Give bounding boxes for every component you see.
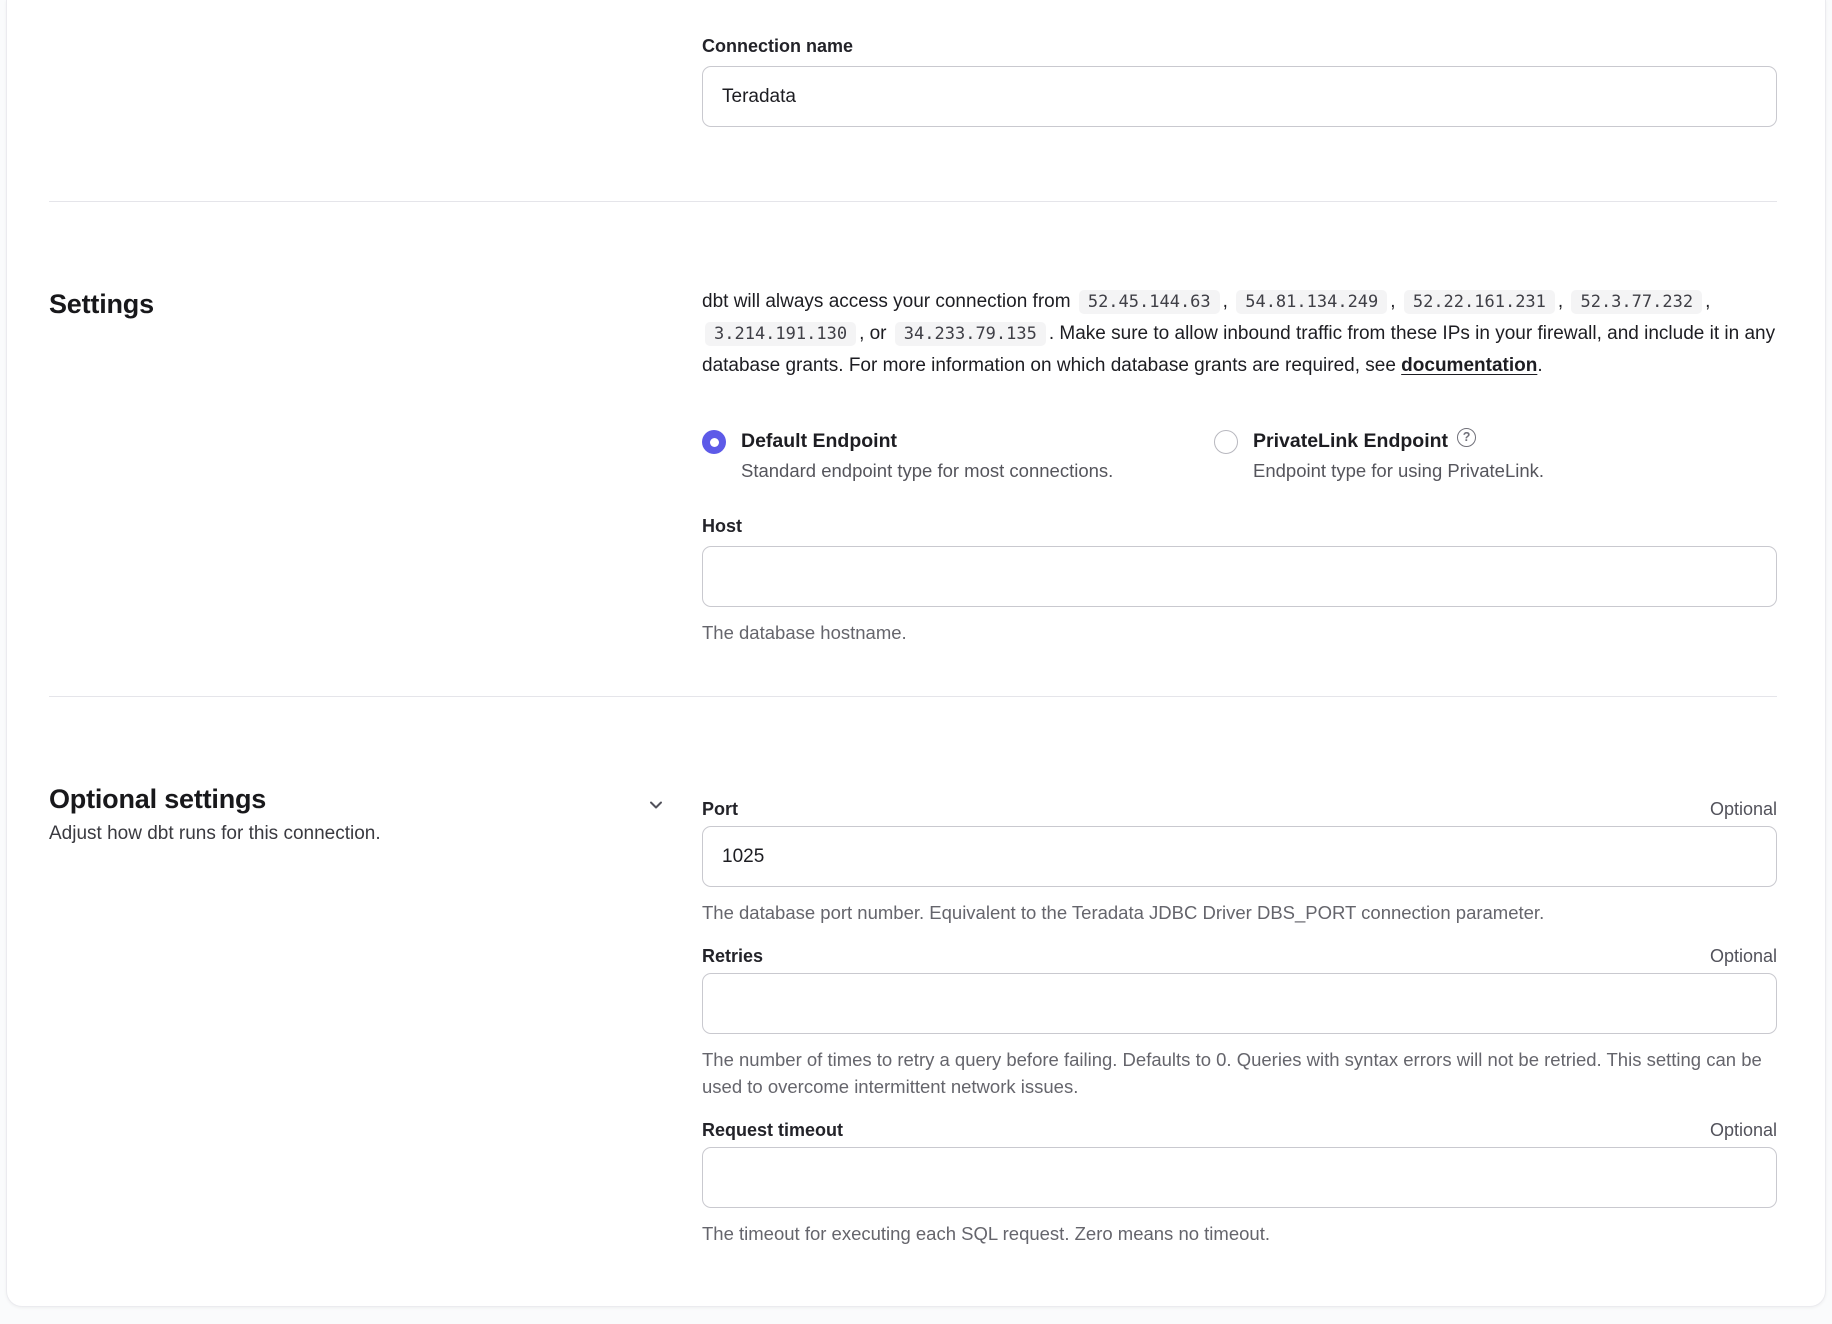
retries-helper-text: The number of times to retry a query bef… xyxy=(702,1046,1777,1100)
retries-field: Retries Optional The number of times to … xyxy=(702,944,1777,1100)
endpoint-option-texts: Default Endpoint Standard endpoint type … xyxy=(741,427,1113,484)
separator: , xyxy=(1558,291,1563,312)
settings-content-column: dbt will always access your connection f… xyxy=(702,286,1777,646)
request-timeout-input[interactable] xyxy=(702,1147,1777,1208)
endpoint-option-default[interactable]: Default Endpoint Standard endpoint type … xyxy=(702,427,1214,484)
optional-heading-column: Optional settings Adjust how dbt runs fo… xyxy=(49,781,702,1247)
endpoint-option-texts: PrivateLink Endpoint ? Endpoint type for… xyxy=(1253,427,1544,484)
ip-chip: 52.22.161.231 xyxy=(1404,290,1555,314)
ip-chip: 52.3.77.232 xyxy=(1571,290,1702,314)
connection-settings-page: Connection name Settings dbt will always… xyxy=(6,0,1826,1307)
connection-name-section: Connection name xyxy=(49,34,1777,127)
host-field: Host The database hostname. xyxy=(702,514,1777,646)
port-label: Port xyxy=(702,797,738,821)
chevron-down-icon xyxy=(646,795,666,815)
optional-settings-subheading: Adjust how dbt runs for this connection. xyxy=(49,820,381,848)
settings-section: Settings dbt will always access your con… xyxy=(49,202,1777,696)
optional-settings-section: Optional settings Adjust how dbt runs fo… xyxy=(49,697,1777,1247)
endpoint-privatelink-label: PrivateLink Endpoint xyxy=(1253,427,1448,456)
optional-fields-column: Port Optional The database port number. … xyxy=(702,781,1777,1247)
separator: , xyxy=(1705,291,1710,312)
period-text: . xyxy=(1537,355,1542,376)
request-timeout-helper-text: The timeout for executing each SQL reque… xyxy=(702,1220,1777,1247)
endpoint-type-radio-group: Default Endpoint Standard endpoint type … xyxy=(702,427,1777,484)
ip-chip: 34.233.79.135 xyxy=(895,322,1046,346)
optional-badge: Optional xyxy=(1710,797,1777,821)
firewall-ips-text: dbt will always access your connection f… xyxy=(702,286,1777,381)
help-question-icon[interactable]: ? xyxy=(1457,428,1476,447)
separator: , xyxy=(1390,291,1395,312)
endpoint-option-privatelink[interactable]: PrivateLink Endpoint ? Endpoint type for… xyxy=(1214,427,1544,484)
port-input[interactable] xyxy=(702,826,1777,887)
separator: , xyxy=(1223,291,1228,312)
optional-settings-heading: Optional settings xyxy=(49,781,381,817)
connection-name-label: Connection name xyxy=(702,34,1777,58)
connection-name-field: Connection name xyxy=(702,34,1777,127)
optional-badge: Optional xyxy=(1710,1118,1777,1142)
request-timeout-label: Request timeout xyxy=(702,1118,843,1142)
ip-chip: 3.214.191.130 xyxy=(705,322,856,346)
separator-or: , or xyxy=(859,323,886,344)
endpoint-default-description: Standard endpoint type for most connecti… xyxy=(741,457,1113,484)
host-input[interactable] xyxy=(702,546,1777,607)
port-helper-text: The database port number. Equivalent to … xyxy=(702,899,1777,926)
ips-intro-text: dbt will always access your connection f… xyxy=(702,291,1071,312)
request-timeout-field: Request timeout Optional The timeout for… xyxy=(702,1118,1777,1247)
left-column-spacer xyxy=(49,34,702,127)
host-label: Host xyxy=(702,514,1777,538)
settings-heading-column: Settings xyxy=(49,286,702,646)
port-field: Port Optional The database port number. … xyxy=(702,797,1777,926)
ip-chip: 54.81.134.249 xyxy=(1236,290,1387,314)
connection-name-input[interactable] xyxy=(702,66,1777,127)
collapse-toggle-button[interactable] xyxy=(640,789,672,821)
optional-heading-texts: Optional settings Adjust how dbt runs fo… xyxy=(49,781,381,848)
host-helper-text: The database hostname. xyxy=(702,619,1777,646)
optional-badge: Optional xyxy=(1710,944,1777,968)
endpoint-privatelink-description: Endpoint type for using PrivateLink. xyxy=(1253,457,1544,484)
radio-unselected-icon[interactable] xyxy=(1214,430,1238,454)
radio-selected-icon[interactable] xyxy=(702,430,726,454)
settings-heading: Settings xyxy=(49,286,702,322)
endpoint-default-label: Default Endpoint xyxy=(741,427,897,456)
ip-chip: 52.45.144.63 xyxy=(1079,290,1220,314)
documentation-link[interactable]: documentation xyxy=(1401,355,1537,376)
retries-label: Retries xyxy=(702,944,763,968)
retries-input[interactable] xyxy=(702,973,1777,1034)
